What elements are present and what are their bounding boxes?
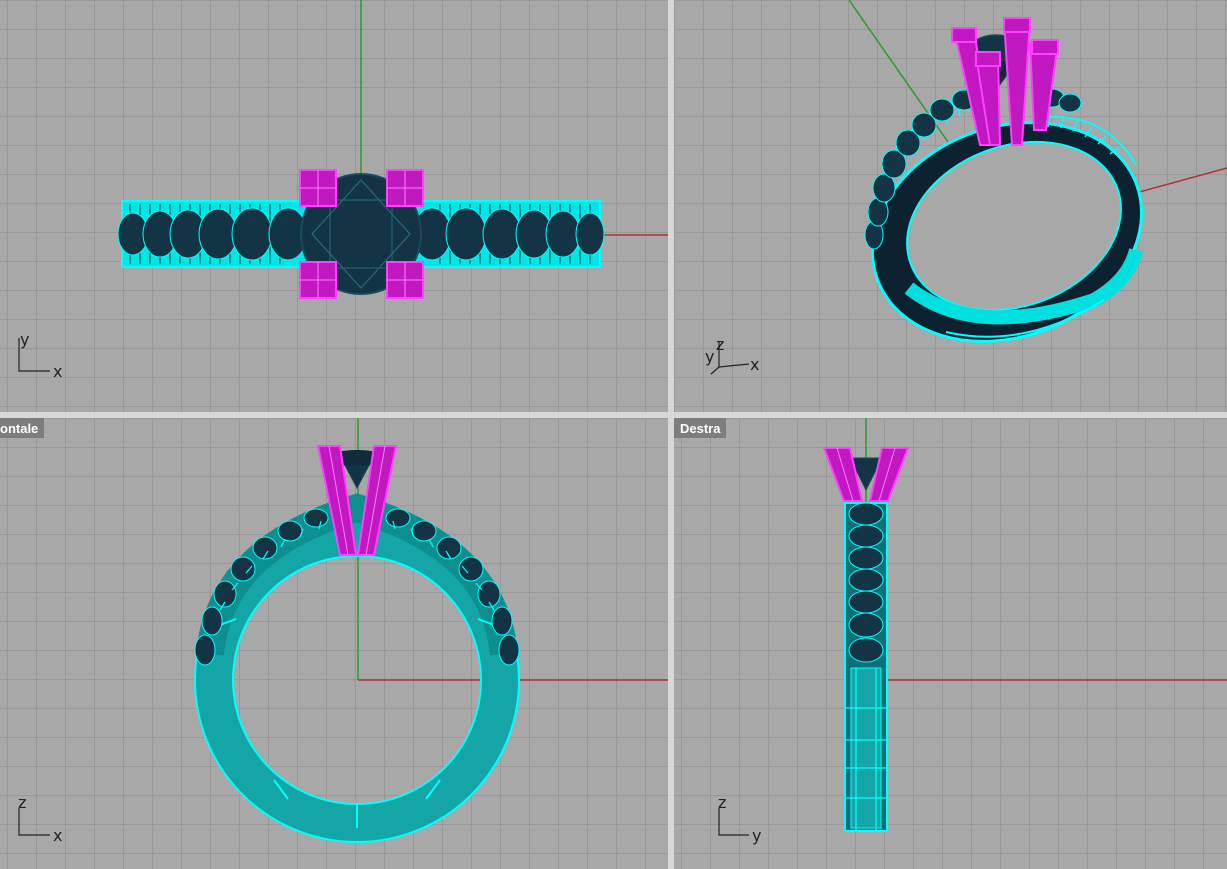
viewport-title-right[interactable]: Destra bbox=[674, 418, 727, 438]
front-view-scene[interactable]: z x bbox=[0, 418, 668, 869]
axis-label-x: x bbox=[750, 355, 759, 374]
axis-label-y: y bbox=[20, 330, 29, 349]
viewport-title-front[interactable]: ontale bbox=[0, 418, 45, 438]
axis-label-z: z bbox=[18, 793, 26, 812]
viewport-perspective[interactable]: z y x bbox=[674, 0, 1227, 412]
axis-indicator-perspective: z y x bbox=[705, 335, 759, 375]
axis-label-x: x bbox=[53, 362, 62, 381]
axis-indicator-front: z x bbox=[18, 793, 62, 845]
perspective-view-scene[interactable]: z y x bbox=[674, 0, 1227, 412]
axis-label-z: z bbox=[718, 793, 726, 812]
axis-label-y: y bbox=[752, 826, 761, 845]
viewport-front[interactable]: ontale z x bbox=[0, 418, 668, 869]
viewport-top[interactable]: y x bbox=[0, 0, 668, 412]
axis-indicator-top: y x bbox=[18, 330, 62, 381]
axis-indicator-right: z y bbox=[718, 793, 761, 845]
axis-label-x: x bbox=[53, 826, 62, 845]
right-view-scene[interactable]: z y bbox=[674, 418, 1227, 869]
top-view-scene[interactable]: y x bbox=[0, 0, 668, 412]
viewport-right[interactable]: Destra z y bbox=[674, 418, 1227, 869]
ring-band-perspective bbox=[870, 99, 1144, 343]
axis-label-z: z bbox=[716, 335, 724, 354]
axis-label-y: y bbox=[705, 347, 714, 366]
